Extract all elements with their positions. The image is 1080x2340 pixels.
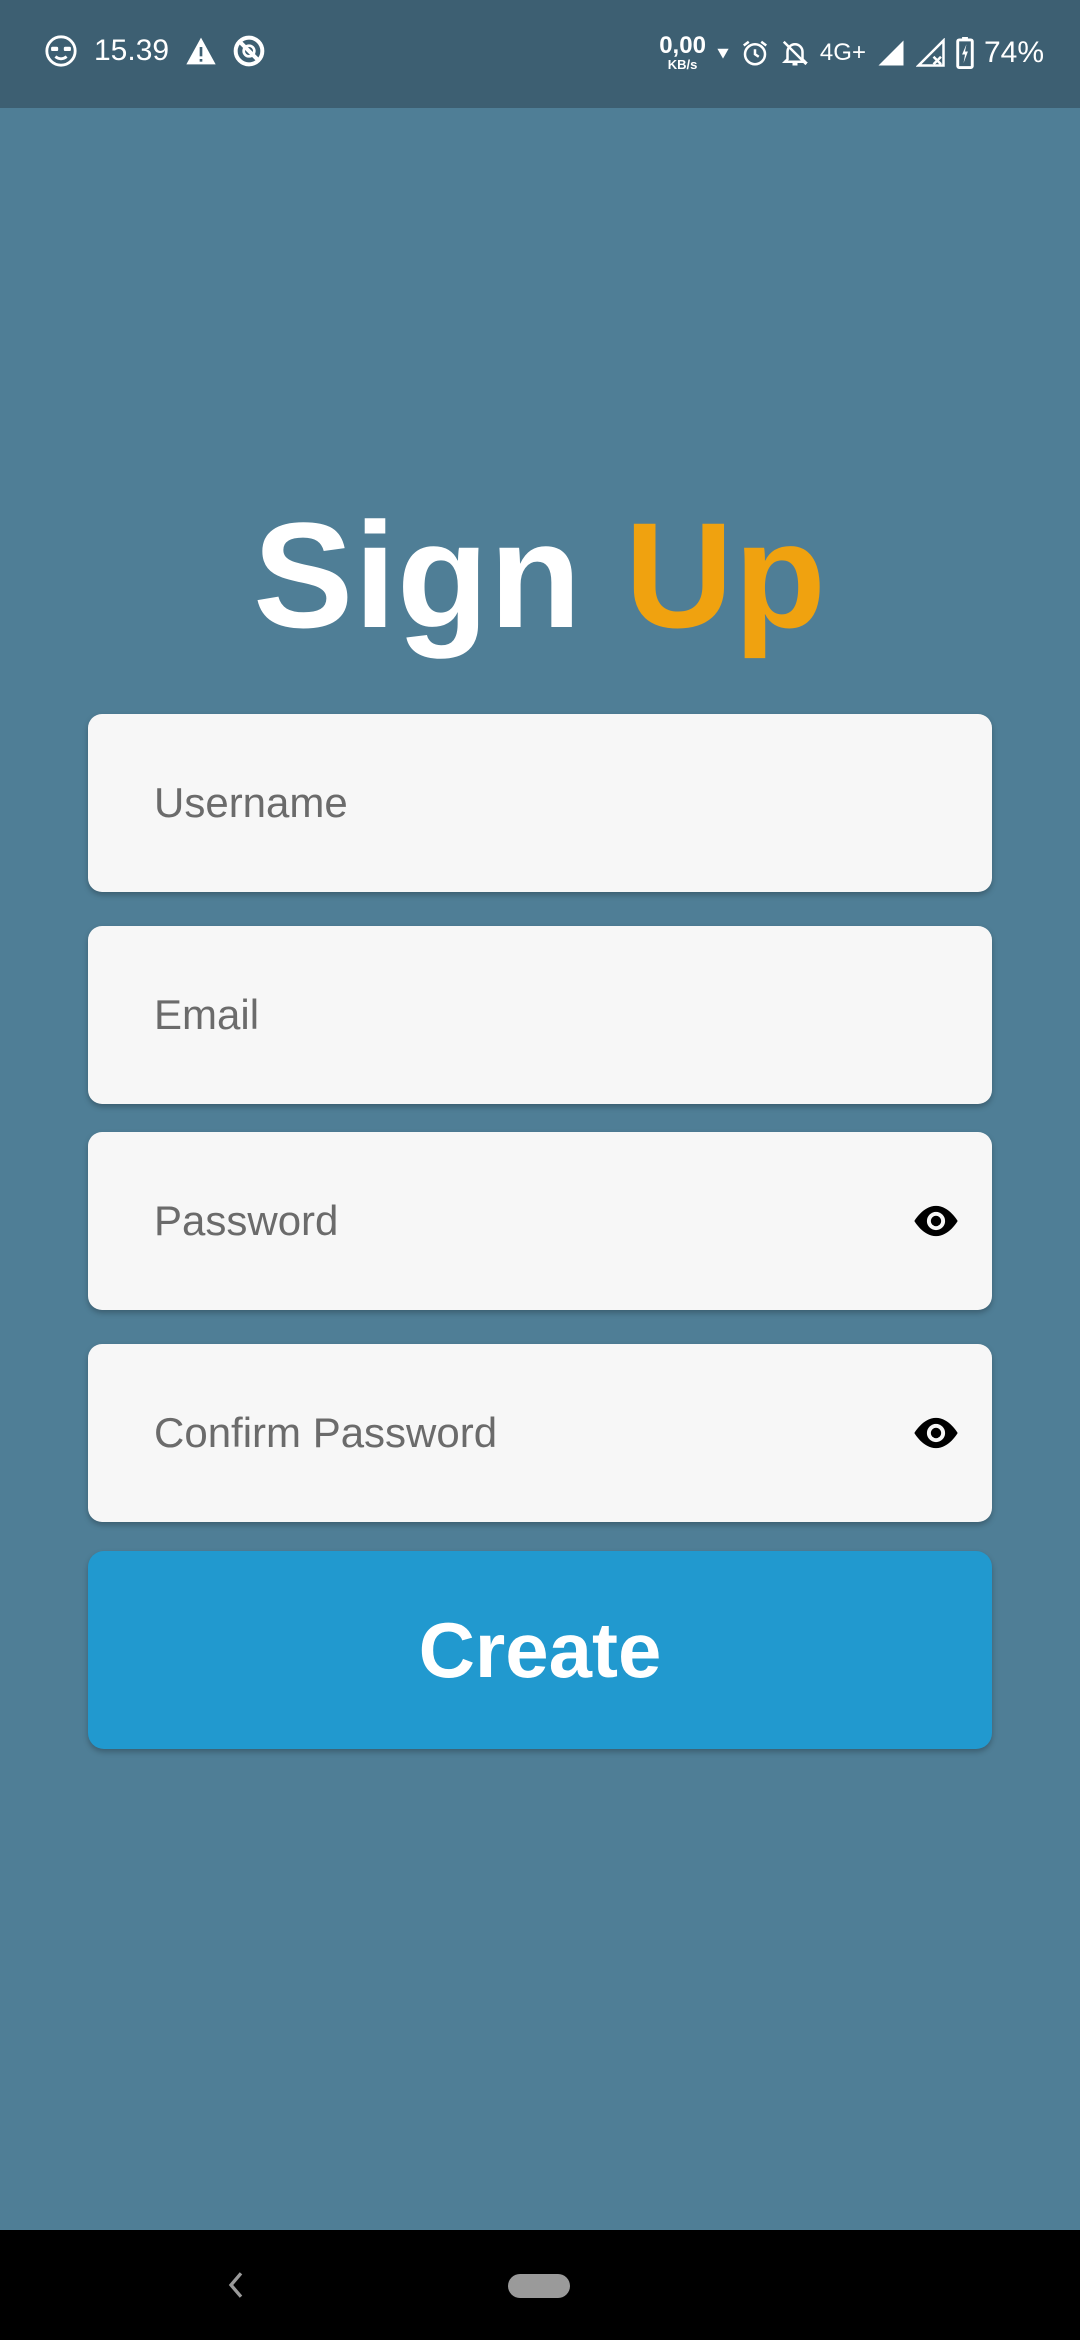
network-speed-unit: KB/s (667, 57, 698, 72)
data-arrow-icon (716, 46, 730, 60)
password-field[interactable] (88, 1132, 992, 1310)
network-speed-value: 0,00 (659, 32, 706, 59)
create-button[interactable]: Create (88, 1551, 992, 1749)
navigation-bar (0, 2230, 1080, 2340)
no-disturb-icon (233, 35, 265, 67)
status-bar-left: 15.39 (44, 34, 265, 68)
signal-icon (876, 38, 906, 68)
battery-percentage: 74% (983, 35, 1044, 69)
title-word-sign: Sign (253, 491, 583, 659)
username-input[interactable] (154, 714, 854, 892)
status-bar-right: 0,00 KB/s 4G+ 74% (659, 32, 1044, 72)
status-time: 15.39 (94, 34, 170, 67)
password-visibility-toggle[interactable] (908, 1193, 964, 1249)
username-field[interactable] (88, 714, 992, 892)
title-word-up: Up (624, 491, 827, 659)
confirm-password-input[interactable] (154, 1344, 854, 1522)
bell-off-icon (780, 38, 810, 68)
confirm-password-visibility-toggle[interactable] (908, 1405, 964, 1461)
network-speed: 0,00 KB/s (659, 32, 706, 72)
incognito-icon (44, 34, 78, 68)
email-field[interactable] (88, 926, 992, 1104)
status-bar: 15.39 0,00 KB/s 4G+ 74% (0, 0, 1080, 108)
warning-icon (185, 36, 217, 66)
email-input[interactable] (154, 926, 854, 1104)
alarm-icon (740, 38, 770, 68)
signal-off-icon (915, 37, 946, 68)
battery-charging-icon (956, 36, 974, 69)
network-type: 4G+ (819, 38, 866, 66)
eye-icon (914, 1417, 958, 1449)
back-icon[interactable] (214, 2260, 258, 2310)
eye-icon (914, 1205, 958, 1237)
page-title: Sign Up (0, 500, 1080, 650)
confirm-password-field[interactable] (88, 1344, 992, 1522)
password-input[interactable] (154, 1132, 854, 1310)
home-pill[interactable] (508, 2274, 570, 2298)
